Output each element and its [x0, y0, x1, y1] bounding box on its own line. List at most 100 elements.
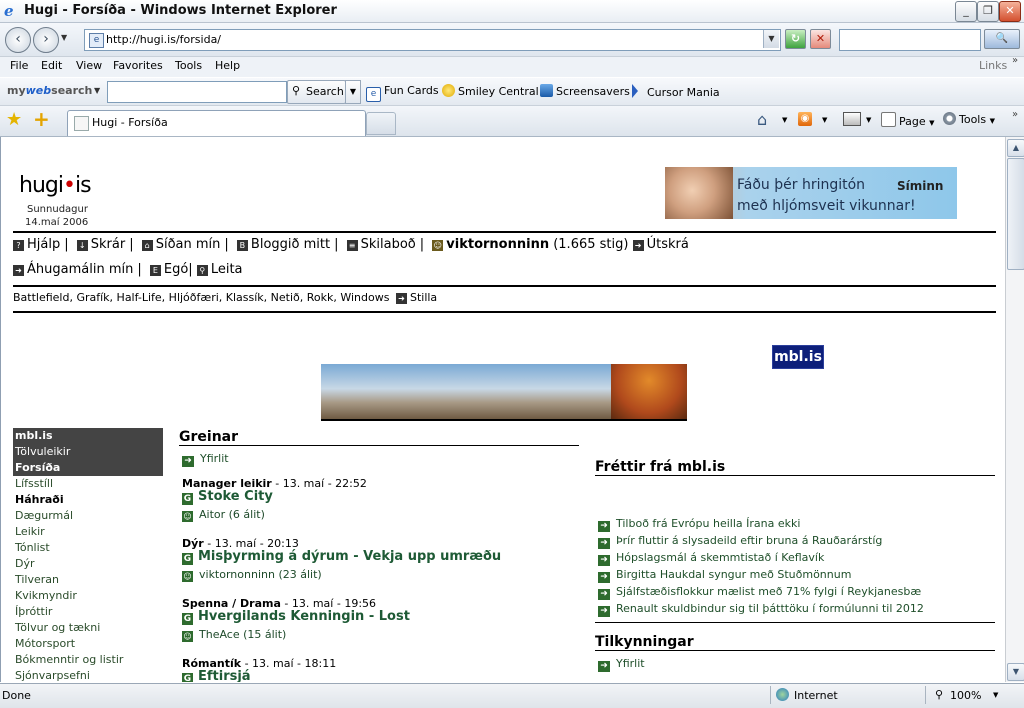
- back-button[interactable]: ‹: [5, 27, 31, 53]
- menu-tools[interactable]: Tools: [175, 59, 202, 72]
- favorites-star-icon[interactable]: ★: [6, 109, 22, 130]
- nav-messages[interactable]: ≡ Skilaboð: [346, 237, 416, 252]
- menu-view[interactable]: View: [76, 59, 102, 72]
- close-button[interactable]: ✕: [999, 1, 1021, 22]
- news-item[interactable]: ➜ Hópslagsmál á skemmtistað í Keflavík: [598, 549, 924, 566]
- article-title[interactable]: G Stoke City: [182, 489, 273, 505]
- page-menu-button[interactable]: Page ▼: [881, 112, 935, 128]
- mywebsearch-dropdown-icon[interactable]: ▼: [94, 86, 100, 95]
- sidebar-item[interactable]: Tónlist: [13, 540, 163, 556]
- sidebar-item[interactable]: Leikir: [13, 524, 163, 540]
- announcements-heading: Tilkynningar: [595, 634, 694, 650]
- toolbar-search-input[interactable]: [107, 81, 287, 103]
- sidebar-head-tolvuleikir[interactable]: Tölvuleikir: [13, 444, 163, 460]
- sidebar-item[interactable]: Dægurmál: [13, 508, 163, 524]
- links-label[interactable]: Links: [979, 59, 1007, 72]
- news-item[interactable]: ➜ Renault skuldbindur sig til þátttöku í …: [598, 600, 924, 617]
- scroll-down-icon[interactable]: ▼: [1007, 663, 1024, 681]
- hobbies-links[interactable]: Battlefield, Grafík, Half-Life, Hljóðfær…: [13, 291, 389, 304]
- vertical-scrollbar[interactable]: ▲ ▼: [1005, 137, 1024, 682]
- search-input[interactable]: [839, 29, 981, 51]
- sidebar-item[interactable]: Kvikmyndir: [13, 588, 163, 604]
- article-author[interactable]: ☺ viktornonninn (23 álit): [182, 568, 322, 582]
- cursor-mania-button[interactable]: Cursor Mania: [632, 84, 720, 99]
- print-icon[interactable]: [843, 112, 861, 126]
- simin-banner-ad[interactable]: Fáðu þér hringitón með hljómsveit vikunn…: [665, 167, 957, 219]
- search-options-dropdown-icon[interactable]: ▼: [345, 80, 361, 104]
- menu-edit[interactable]: Edit: [41, 59, 62, 72]
- sidebar-item[interactable]: Íþróttir: [13, 604, 163, 620]
- sidebar-item[interactable]: Sjónvarpsefni: [13, 668, 163, 682]
- address-dropdown-icon[interactable]: ▼: [763, 30, 779, 48]
- tools-menu-button[interactable]: Tools ▼: [943, 112, 995, 126]
- address-input[interactable]: http://hugi.is/forsida/: [106, 33, 221, 46]
- fun-cards-button[interactable]: e Fun Cards: [366, 84, 439, 102]
- commandbar-chevron-icon[interactable]: »: [1012, 109, 1018, 120]
- zoom-dropdown-icon[interactable]: ▼: [993, 691, 998, 699]
- news-item[interactable]: ➜ Sjálfstæðisflokkur mælist með 71% fylgi…: [598, 583, 924, 600]
- sidebar-item[interactable]: Dýr: [13, 556, 163, 572]
- sidebar-item[interactable]: Bókmenntir og listir: [13, 652, 163, 668]
- nav-files[interactable]: ↓ Skrár: [76, 237, 125, 252]
- sidebar-head-mbl[interactable]: mbl.is: [13, 428, 163, 444]
- zoom-icon[interactable]: ⚲: [935, 688, 943, 701]
- zoom-level[interactable]: 100%: [950, 689, 981, 702]
- article-author[interactable]: ☺ TheAce (15 álit): [182, 628, 286, 642]
- tab-hugi[interactable]: Hugi - Forsíða: [67, 110, 366, 136]
- smiley-central-button[interactable]: Smiley Central: [442, 84, 539, 98]
- hugi-logo[interactable]: hugi•is: [19, 173, 92, 198]
- links-chevron-icon[interactable]: »: [1012, 55, 1018, 66]
- address-bar[interactable]: e http://hugi.is/forsida/ ▼: [84, 29, 781, 51]
- center-banner-image[interactable]: [321, 364, 687, 421]
- nav-ego[interactable]: E Egó: [149, 262, 188, 277]
- status-text: Done: [2, 689, 31, 702]
- cursor-icon: [632, 84, 638, 98]
- mywebsearch-logo[interactable]: mywebsearch: [7, 84, 92, 97]
- maximize-button[interactable]: ❐: [977, 1, 999, 22]
- sidebar-item[interactable]: Lífsstíll: [13, 476, 163, 492]
- toolbar-search-button[interactable]: ⚲ Search: [287, 80, 346, 104]
- article-title[interactable]: G Eftirsjá: [182, 669, 251, 682]
- forward-button[interactable]: ›: [33, 27, 59, 53]
- home-dropdown-icon[interactable]: ▼: [782, 116, 787, 124]
- menu-file[interactable]: File: [10, 59, 28, 72]
- new-tab-button[interactable]: [366, 112, 396, 135]
- home-icon[interactable]: ⌂: [757, 110, 767, 129]
- print-dropdown-icon[interactable]: ▼: [866, 116, 871, 124]
- refresh-button[interactable]: ↻: [785, 29, 806, 49]
- sidebar-item[interactable]: Mótorsport: [13, 636, 163, 652]
- mbl-logo[interactable]: mbl.is: [772, 345, 824, 369]
- screensavers-button[interactable]: Screensavers: [540, 84, 630, 98]
- scroll-thumb[interactable]: [1007, 158, 1024, 270]
- menu-help[interactable]: Help: [215, 59, 240, 72]
- sidebar-head-forsida[interactable]: Forsíða: [13, 460, 163, 476]
- nav-help[interactable]: ? Hjálp: [13, 237, 60, 252]
- menu-favorites[interactable]: Favorites: [113, 59, 163, 72]
- sidebar-item[interactable]: Háhraði: [13, 492, 163, 508]
- feeds-dropdown-icon[interactable]: ▼: [822, 116, 827, 124]
- recent-pages-chevron-icon[interactable]: ▼: [61, 33, 67, 42]
- stop-button[interactable]: ✕: [810, 29, 831, 49]
- nav-my-hobbies[interactable]: ➜ Áhugamálin mín: [13, 262, 133, 277]
- nav-search[interactable]: ⚲ Leita: [196, 262, 243, 277]
- scroll-up-icon[interactable]: ▲: [1007, 139, 1024, 157]
- article-title[interactable]: G Misþyrming á dýrum - Vekja upp umræðu: [182, 549, 501, 565]
- minimize-button[interactable]: _: [955, 1, 977, 22]
- article-author[interactable]: ☺ Aitor (6 álit): [182, 508, 265, 522]
- username-link[interactable]: viktornonninn: [446, 237, 549, 252]
- news-item[interactable]: ➜ Tilboð frá Evrópu heilla Írana ekki: [598, 515, 924, 532]
- news-item[interactable]: ➜ Þrír fluttir á slysadeild eftir bruna á…: [598, 532, 924, 549]
- search-go-button[interactable]: 🔍: [984, 29, 1020, 49]
- nav-logout[interactable]: ➜ Útskrá: [632, 237, 689, 252]
- feeds-icon[interactable]: ◉: [798, 112, 812, 126]
- hobbies-settings-link[interactable]: Stilla: [410, 291, 437, 304]
- sidebar-item[interactable]: Tölvur og tækni: [13, 620, 163, 636]
- nav-my-page[interactable]: ⌂ Síðan mín: [141, 237, 220, 252]
- nav-blog[interactable]: B Bloggið mitt: [236, 237, 330, 252]
- add-favorites-icon[interactable]: +: [33, 107, 50, 131]
- sidebar-item[interactable]: Tilveran: [13, 572, 163, 588]
- announcements-overview-link[interactable]: ➜ Yfirlit: [598, 657, 645, 672]
- article-title[interactable]: G Hvergilands Kenningin - Lost: [182, 609, 410, 625]
- greinar-overview-link[interactable]: ➜ Yfirlit: [182, 452, 229, 467]
- news-item[interactable]: ➜ Birgitta Haukdal syngur með Stuðmönnum: [598, 566, 924, 583]
